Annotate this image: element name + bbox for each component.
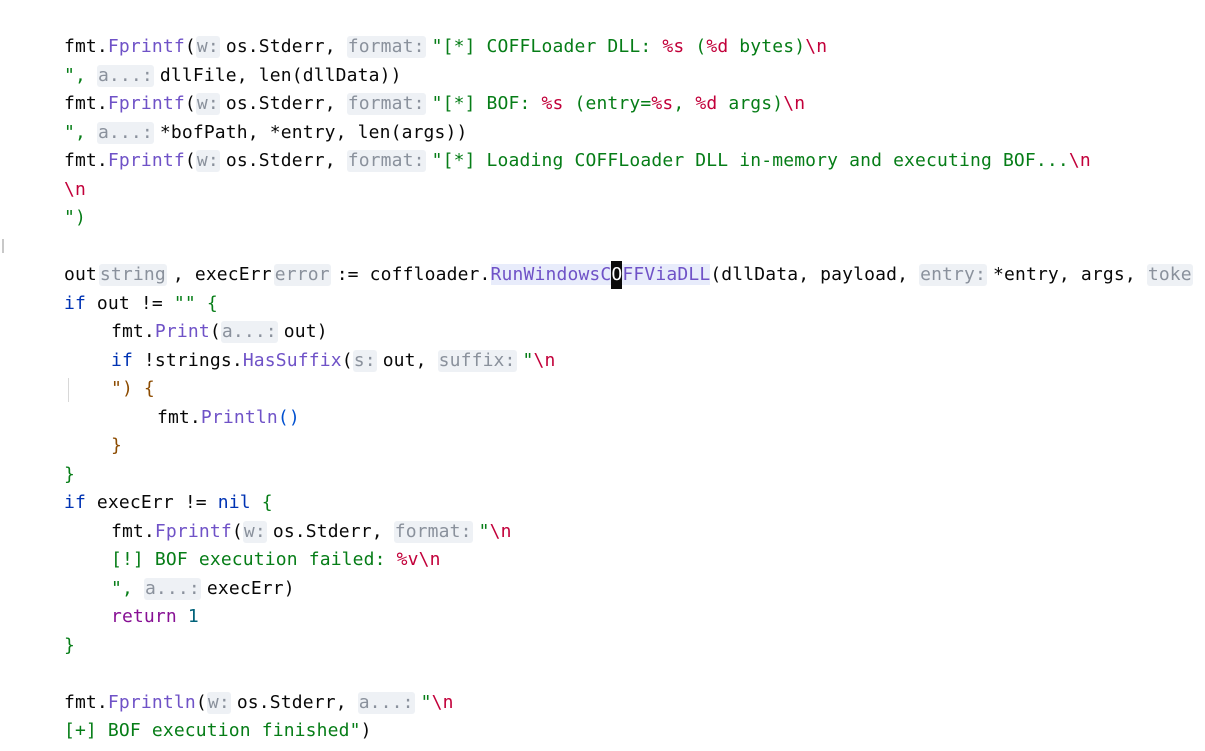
code-line-13[interactable]: ") { <box>67 346 155 399</box>
code-line-14[interactable]: fmt.Println() <box>113 375 300 428</box>
code-line-19[interactable]: [!] BOF execution failed: %v\n <box>67 517 441 570</box>
code-editor[interactable]: fmt.Fprintf(w: os.Stderr, format: "[*] COF… <box>0 0 1205 751</box>
function-token: Println <box>200 406 278 428</box>
code-line-21[interactable]: return 1 <box>67 574 199 627</box>
code-line-3[interactable]: fmt.Fprintf(w: os.Stderr, format: "[*] BOF… <box>20 61 805 115</box>
code-line-5[interactable]: fmt.Fprintf(w: os.Stderr, format: "[*] Loa… <box>20 118 1091 172</box>
code-line-10[interactable]: if out != "" { <box>20 261 218 314</box>
format-verb: %s <box>662 35 685 57</box>
code-line-9[interactable]: out string, execErr error:= coffloader.Run… <box>20 232 1199 290</box>
escape-sequence: \n <box>805 35 828 57</box>
format-verb: %d <box>706 35 729 57</box>
param-hint: w: <box>195 149 220 172</box>
code-line-17[interactable]: if execErr != nil { <box>20 460 273 513</box>
code-line-26[interactable]: return 0 <box>20 717 152 751</box>
code-line-18[interactable]: fmt.Fprintf(w: os.Stderr, format: "\n <box>67 489 512 543</box>
code-line-20[interactable]: ", a...: execErr) <box>67 546 295 600</box>
param-hint: format: <box>346 149 426 172</box>
gutter-change-marker <box>2 239 4 253</box>
number-token: 1 <box>187 605 199 627</box>
code-line-16[interactable]: } <box>20 432 75 485</box>
keyword-token: return <box>110 605 177 627</box>
code-line-12[interactable]: if !strings.HasSuffix(s: out, suffix: "\n <box>67 318 556 372</box>
function-token: Fprintf <box>107 149 185 171</box>
param-hint: entry: <box>919 263 987 286</box>
text-cursor: O <box>611 260 623 290</box>
code-line-11[interactable]: fmt.Print(a...: out) <box>67 289 328 343</box>
function-token: RunWindowsC <box>490 263 612 285</box>
code-line-6[interactable]: \n <box>20 147 86 200</box>
type-hint: error <box>273 263 331 286</box>
param-hint: s: <box>352 349 377 372</box>
param-hint: toke <box>1146 263 1193 286</box>
code-line-22[interactable]: } <box>20 603 75 656</box>
code-line-7[interactable]: ") <box>20 175 86 228</box>
code-line-4[interactable]: ", a...: *bofPath, *entry, len(args)) <box>20 90 468 144</box>
function-token: HasSuffix <box>242 349 342 371</box>
code-line-24[interactable]: fmt.Fprintln(w: os.Stderr, a...: "\n <box>20 660 454 714</box>
code-line-1[interactable]: fmt.Fprintf(w: os.Stderr, format: "[*] COF… <box>20 4 827 58</box>
param-hint: suffix: <box>437 349 517 372</box>
code-line-2[interactable]: ", a...: dllFile, len(dllData)) <box>20 33 402 87</box>
code-line-15[interactable]: } <box>67 403 122 456</box>
string-token: "[*] COFFLoader DLL: <box>431 35 663 57</box>
code-line-25[interactable]: [+] BOF execution finished") <box>20 688 372 741</box>
